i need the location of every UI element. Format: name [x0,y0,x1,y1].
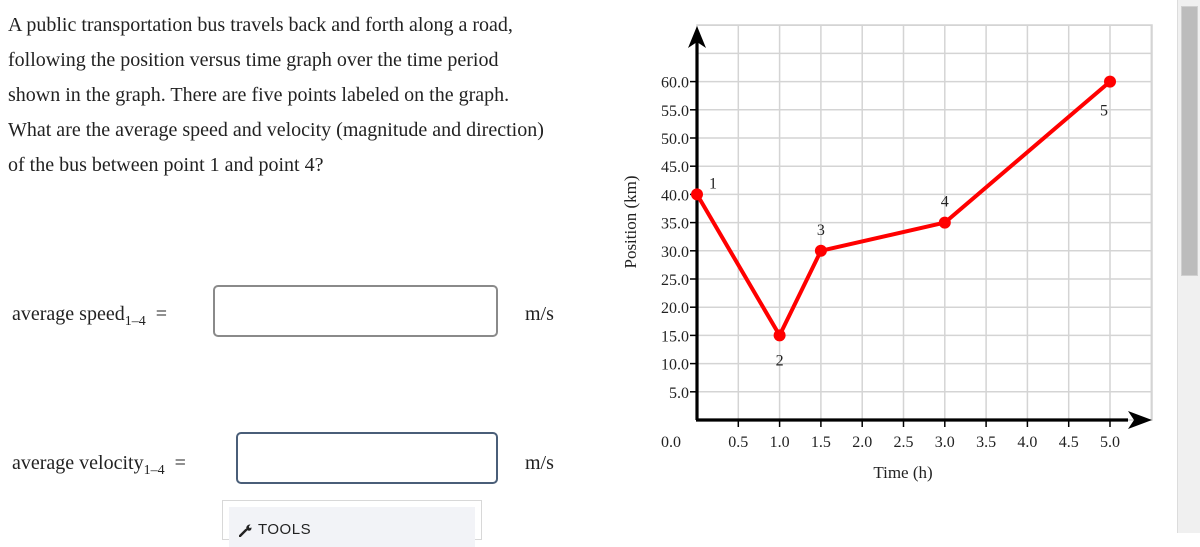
vertical-scrollbar[interactable] [1177,0,1200,533]
y-tick-label: 60.0 [661,75,689,92]
x-tick-label: 1.5 [811,434,831,451]
data-point-4 [938,216,951,229]
data-point-label: 4 [941,194,949,211]
scrollbar-thumb[interactable] [1181,6,1198,276]
y-tick-label: 40.0 [661,187,689,204]
x-tick-label: 2.5 [894,434,914,451]
x-tick-label: 0.5 [728,434,748,451]
y-tick-label: 20.0 [661,300,689,317]
data-point-label: 3 [817,222,825,239]
data-point-3 [814,244,827,257]
data-point-1 [691,188,703,201]
y-tick-label: 30.0 [661,244,689,261]
y-axis-label: Position (km) [621,175,640,268]
x-origin-label: 0.0 [661,434,681,451]
y-tick-label: 55.0 [661,103,689,120]
data-point-label: 5 [1100,103,1108,120]
x-tick-label: 2.0 [852,434,872,451]
chart-grid [696,24,1153,421]
position-time-chart: 5.010.015.020.025.030.035.040.045.050.05… [621,24,1153,482]
x-tick-label: 4.5 [1059,434,1079,451]
data-point-label: 1 [709,175,717,192]
x-tick-label: 5.0 [1100,434,1120,451]
y-tick-label: 5.0 [669,385,689,402]
y-tick-label: 50.0 [661,131,689,148]
y-tick-label: 45.0 [661,159,689,176]
data-point-label: 2 [776,352,784,369]
x-tick-label: 1.0 [770,434,790,451]
x-tick-label: 4.0 [1017,434,1037,451]
data-point-2 [773,329,786,342]
x-axis-label: Time (h) [873,463,932,482]
y-tick-label: 35.0 [661,216,689,233]
x-tick-label: 3.0 [935,434,955,451]
y-tick-label: 10.0 [661,357,689,374]
y-tick-label: 25.0 [661,272,689,289]
data-point-5 [1104,75,1116,88]
x-tick-label: 3.5 [976,434,996,451]
y-tick-label: 15.0 [661,328,689,345]
